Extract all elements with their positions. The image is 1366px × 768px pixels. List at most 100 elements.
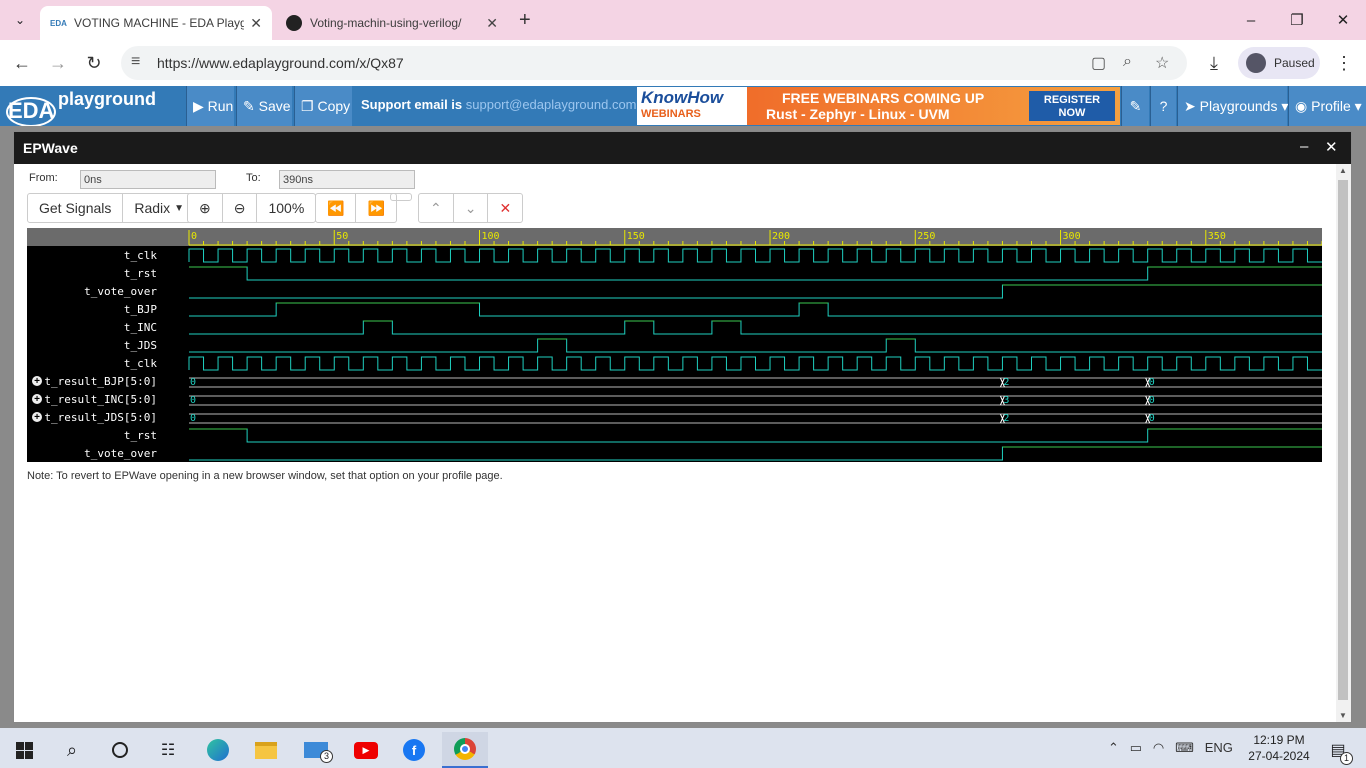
back-arrow-icon[interactable]: ← (10, 51, 34, 75)
webinar-banner[interactable]: KnowHow WEBINARS FREE WEBINARS COMING UP… (637, 87, 1120, 125)
bus-segment (1002, 377, 1148, 388)
zoom-out-icon[interactable]: ⊖ (223, 194, 258, 222)
radix-dropdown[interactable]: Radix ▼ (123, 194, 195, 222)
caret-down-icon: ▼ (174, 202, 184, 214)
note-text: Note: To revert to EPWave opening in a n… (27, 470, 503, 482)
playgrounds-menu[interactable]: ➤ Playgrounds ▾ (1177, 86, 1288, 126)
signal-name-t_JDS: t_JDS (124, 339, 157, 352)
support-email-link[interactable]: support@edaplayground.com. (466, 97, 640, 112)
blank-button[interactable] (390, 193, 412, 201)
bookmark-star-icon[interactable]: ☆ (1155, 53, 1169, 73)
camera-blocked-icon[interactable]: ▢ (1091, 53, 1106, 73)
banner-brand: KnowHow (641, 88, 724, 107)
address-bar[interactable]: ≡ https://www.edaplayground.com/x/Qx87 ▢… (121, 46, 1187, 80)
register-now-button[interactable]: REGISTER NOW (1029, 91, 1115, 121)
save-label: Save (258, 98, 291, 114)
bus-segment (1147, 377, 1322, 388)
battery-icon[interactable]: ▭ (1130, 740, 1142, 755)
notification-icon[interactable]: ▤ 1 (1318, 732, 1358, 768)
forward-arrow-icon[interactable]: → (46, 51, 70, 75)
notification-badge: 1 (1340, 752, 1353, 765)
copy-button[interactable]: ❐ Copy (294, 86, 352, 126)
zoom-level[interactable]: 100% (257, 194, 315, 222)
clock-date: 27-04-2024 (1248, 749, 1310, 763)
signal-name-t_result_INC[5:0]: t_result_INC[5:0] (44, 393, 157, 406)
vertical-scrollbar[interactable]: ▲ ▼ (1336, 164, 1351, 722)
tab-github[interactable]: Voting-machin-using-verilog/ ✕ (276, 6, 508, 40)
move-up-icon[interactable]: ⌃ (419, 194, 454, 222)
bus-value-label: 0 (190, 413, 196, 424)
search-icon[interactable]: ⌕ (52, 732, 92, 768)
youtube-icon[interactable]: ▶ (346, 732, 386, 768)
banner-brand-sub: WEBINARS (641, 108, 701, 120)
profile-status: Paused (1274, 56, 1315, 70)
zoom-icon[interactable]: ⌕ (1123, 53, 1132, 71)
epwave-titlebar: EPWave – ✕ (14, 132, 1351, 164)
profile-paused-button[interactable]: Paused (1238, 47, 1320, 79)
keyboard-icon[interactable]: ⌨ (1175, 740, 1194, 755)
wifi-icon[interactable]: ◠ (1153, 740, 1164, 755)
tab-voting-machine[interactable]: EDA VOTING MACHINE - EDA Playg ✕ (40, 6, 272, 40)
minimize-dialog-icon[interactable]: – (1300, 138, 1308, 155)
profile-menu[interactable]: ◉ Profile ▾ (1288, 86, 1366, 126)
cortana-icon[interactable] (100, 732, 140, 768)
scroll-down-icon[interactable]: ▼ (1339, 711, 1347, 720)
bus-segment (189, 377, 1003, 388)
bit-waveform-t_rst (189, 428, 1322, 443)
task-view-icon[interactable]: ☷ (148, 732, 188, 768)
file-explorer-icon[interactable] (246, 732, 286, 768)
facebook-icon[interactable]: f (394, 732, 434, 768)
copy-label: Copy (317, 98, 351, 114)
tab-close-icon[interactable]: ✕ (486, 15, 498, 32)
download-icon[interactable]: ⤓ (1202, 51, 1226, 75)
chrome-icon[interactable] (442, 732, 488, 768)
delete-signal-icon[interactable]: ✕ (488, 194, 522, 222)
from-input[interactable]: 0ns (80, 170, 216, 189)
zoom-in-icon[interactable]: ⊕ (188, 194, 223, 222)
language-indicator[interactable]: ENG (1205, 740, 1233, 755)
edit-icon[interactable]: ✎ (1121, 86, 1149, 126)
close-window-icon[interactable]: ✕ (1320, 0, 1366, 40)
move-down-icon[interactable]: ⌄ (454, 194, 489, 222)
signal-name-t_rst: t_rst (124, 429, 157, 442)
rewind-icon[interactable]: ⏪ (316, 194, 357, 222)
reload-icon[interactable]: ↻ (82, 51, 106, 75)
waveform-viewer[interactable]: 0 50 100 150 200 250 300 350 t_clk t_rst t_vote_ov… (27, 228, 1323, 462)
bit-waveform-t_BJP (189, 302, 1322, 317)
playgrounds-label: Playgrounds (1199, 98, 1278, 114)
url-text[interactable]: https://www.edaplayground.com/x/Qx87 (157, 55, 404, 71)
timeline-tick-label: 300 (1063, 231, 1081, 242)
waveform-canvas[interactable]: 0 50 100 150 200 250 300 350t_clkt_rstt_vote_ov… (27, 228, 1323, 462)
profile-label: Profile (1311, 98, 1351, 114)
chevron-up-icon[interactable]: ⌃ (1108, 740, 1119, 755)
restore-icon[interactable]: ❐ (1274, 0, 1320, 40)
scroll-up-icon[interactable]: ▲ (1339, 166, 1347, 175)
site-settings-icon[interactable]: ≡ (131, 53, 140, 71)
bus-value-label: 0 (1149, 413, 1155, 424)
timeline-tick-label: 0 (191, 231, 197, 242)
tab-search-button[interactable]: ⌄ (8, 9, 32, 31)
edge-icon[interactable] (198, 732, 238, 768)
save-button[interactable]: ✎ Save (236, 86, 292, 126)
run-button[interactable]: ▶ Run (186, 86, 234, 126)
signal-name-t_result_JDS[5:0]: t_result_JDS[5:0] (44, 411, 157, 424)
close-dialog-icon[interactable]: ✕ (1325, 138, 1338, 156)
clock[interactable]: 12:19 PM 27-04-2024 (1244, 732, 1314, 764)
mail-icon[interactable]: 3 (296, 732, 336, 768)
new-tab-icon[interactable]: + (519, 9, 531, 32)
zoom-toolbar: ⊕ ⊖ 100% (187, 193, 317, 223)
banner-topics: Rust - Zephyr - Linux - UVM (766, 106, 950, 122)
bus-value-label: 0 (190, 377, 196, 388)
help-icon[interactable]: ? (1150, 86, 1176, 126)
clock-waveform (188, 356, 1322, 371)
tab-close-icon[interactable]: ✕ (250, 15, 262, 32)
windows-start-icon[interactable] (4, 732, 44, 768)
plus-glyph: + (34, 412, 40, 423)
to-input[interactable]: 390ns (279, 170, 415, 189)
windows-taskbar: ⌕ ☷ 3 ▶ f ⌃ ▭ ◠ ⌨ ENG 12:19 PM 27-04-202… (0, 728, 1366, 768)
menu-kebab-icon[interactable]: ⋮ (1332, 51, 1356, 75)
scroll-thumb[interactable] (1338, 180, 1348, 700)
minimize-icon[interactable]: – (1228, 0, 1274, 40)
get-signals-button[interactable]: Get Signals (28, 194, 124, 222)
bus-value-label: 2 (1003, 413, 1009, 424)
